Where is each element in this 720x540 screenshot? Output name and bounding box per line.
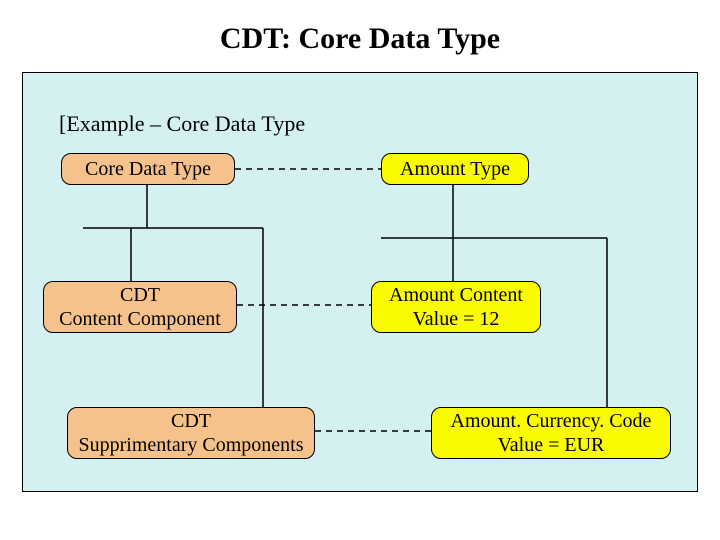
diagram-panel: [Example – Core Data Type Core Data Type… xyxy=(22,72,698,492)
node-amount-content: Amount Content Value = 12 xyxy=(371,281,541,333)
page-title: CDT: Core Data Type xyxy=(0,0,720,56)
node-core-data-type: Core Data Type xyxy=(61,153,235,185)
node-label-line: Value = 12 xyxy=(413,307,500,331)
node-cdt-content-component: CDT Content Component xyxy=(43,281,237,333)
example-subtitle: [Example – Core Data Type xyxy=(59,111,305,137)
node-label-line: Value = EUR xyxy=(498,433,605,457)
node-amount-type: Amount Type xyxy=(381,153,529,185)
node-label-line: Amount. Currency. Code xyxy=(451,409,652,433)
node-cdt-supplementary-components: CDT Supprimentary Components xyxy=(67,407,315,459)
node-label-line: Amount Content xyxy=(389,283,523,307)
node-amount-currency-code: Amount. Currency. Code Value = EUR xyxy=(431,407,671,459)
node-label-line: Content Component xyxy=(59,307,221,331)
node-label-line: CDT xyxy=(171,409,211,433)
node-label: Amount Type xyxy=(400,157,510,181)
node-label: Core Data Type xyxy=(85,157,211,181)
node-label-line: Supprimentary Components xyxy=(79,433,304,457)
node-label-line: CDT xyxy=(120,283,160,307)
